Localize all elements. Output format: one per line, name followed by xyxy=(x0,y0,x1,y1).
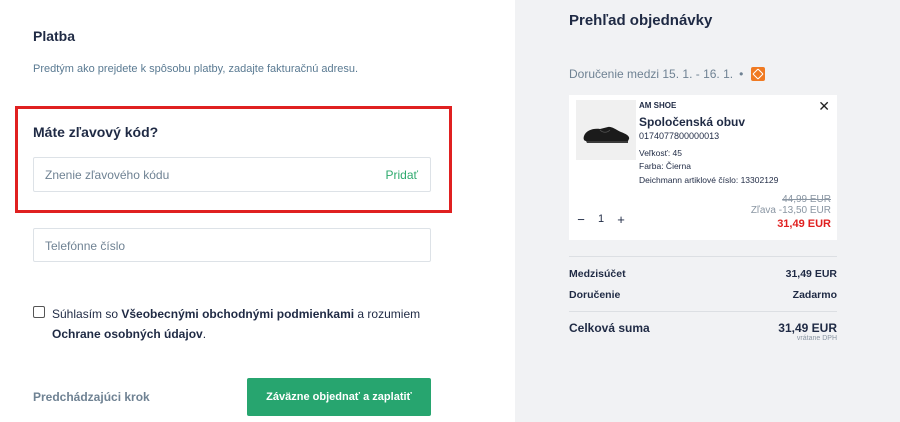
product-sku: 0174077800000013 xyxy=(639,131,720,141)
payment-title: Platba xyxy=(33,28,76,44)
quantity-increase-button[interactable]: + xyxy=(615,212,627,227)
terms-link[interactable]: Všeobecnými obchodnými podmienkami xyxy=(121,307,354,321)
subtotal-value: 31,49 EUR xyxy=(785,268,837,280)
quantity-value: 1 xyxy=(597,213,605,225)
subtotal-label: Medzisúčet xyxy=(569,268,626,280)
summary-divider xyxy=(569,256,837,257)
product-article: Deichmann artiklové číslo: 13302129 xyxy=(639,175,779,185)
discount-title: Máte zľavový kód? xyxy=(33,124,159,140)
remove-item-button[interactable]: ✕ xyxy=(818,98,830,115)
previous-step-link[interactable]: Predchádzajúci krok xyxy=(33,390,150,404)
summary-title: Prehľad objednávky xyxy=(569,12,713,29)
total-divider xyxy=(569,311,837,312)
delivery-info: Doručenie medzi 15. 1. - 16. 1. • xyxy=(569,67,766,81)
total-label: Celková suma xyxy=(569,321,650,335)
product-card: ✕ AM SHOE Spoločenská obuv 0174077800000… xyxy=(569,95,837,240)
phone-placeholder: Telefónne číslo xyxy=(45,239,126,253)
total-row: Celková suma 31,49 EUR xyxy=(569,321,837,335)
product-name: Spoločenská obuv xyxy=(639,115,746,129)
checkout-form: Platba Predtým ako prejdete k spôsobu pl… xyxy=(0,0,515,422)
price-original: 44,99 EUR xyxy=(782,194,831,205)
product-size: Veľkosť: 45 xyxy=(639,148,682,158)
payment-description: Predtým ako prejdete k spôsobu platby, z… xyxy=(33,63,359,75)
delivery-separator: • xyxy=(739,67,744,81)
privacy-link[interactable]: Ochrane osobných údajov xyxy=(52,327,203,341)
consent-checkbox[interactable] xyxy=(33,306,45,318)
submit-order-button[interactable]: Záväzne objednať a zaplatiť xyxy=(247,378,431,416)
quantity-stepper: − 1 + xyxy=(572,209,630,229)
product-color: Farba: Čierna xyxy=(639,161,691,171)
discount-code-input[interactable]: Znenie zľavového kódu Pridať xyxy=(33,157,431,192)
dpd-icon xyxy=(751,67,766,81)
shipping-value: Zadarmo xyxy=(792,289,837,301)
apply-discount-button[interactable]: Pridať xyxy=(385,168,418,182)
shipping-row: Doručenie Zadarmo xyxy=(569,289,837,301)
subtotal-row: Medzisúčet 31,49 EUR xyxy=(569,268,837,280)
order-summary-panel: Prehľad objednávky Doručenie medzi 15. 1… xyxy=(515,0,900,422)
quantity-decrease-button[interactable]: − xyxy=(575,212,587,227)
price-discount: Zľava -13,50 EUR xyxy=(750,205,831,216)
product-image xyxy=(576,100,636,160)
product-brand: AM SHOE xyxy=(639,101,677,110)
phone-input[interactable]: Telefónne číslo xyxy=(33,228,431,262)
vat-note: vrátane DPH xyxy=(796,335,837,342)
total-value: 31,49 EUR xyxy=(778,321,837,335)
shipping-label: Doručenie xyxy=(569,289,621,301)
price-final: 31,49 EUR xyxy=(777,218,831,230)
consent-text: Súhlasím so Všeobecnými obchodnými podmi… xyxy=(52,307,421,341)
shoe-icon xyxy=(583,126,630,143)
discount-code-placeholder: Znenie zľavového kódu xyxy=(45,168,170,182)
delivery-text: Doručenie medzi 15. 1. - 16. 1. xyxy=(569,67,734,81)
